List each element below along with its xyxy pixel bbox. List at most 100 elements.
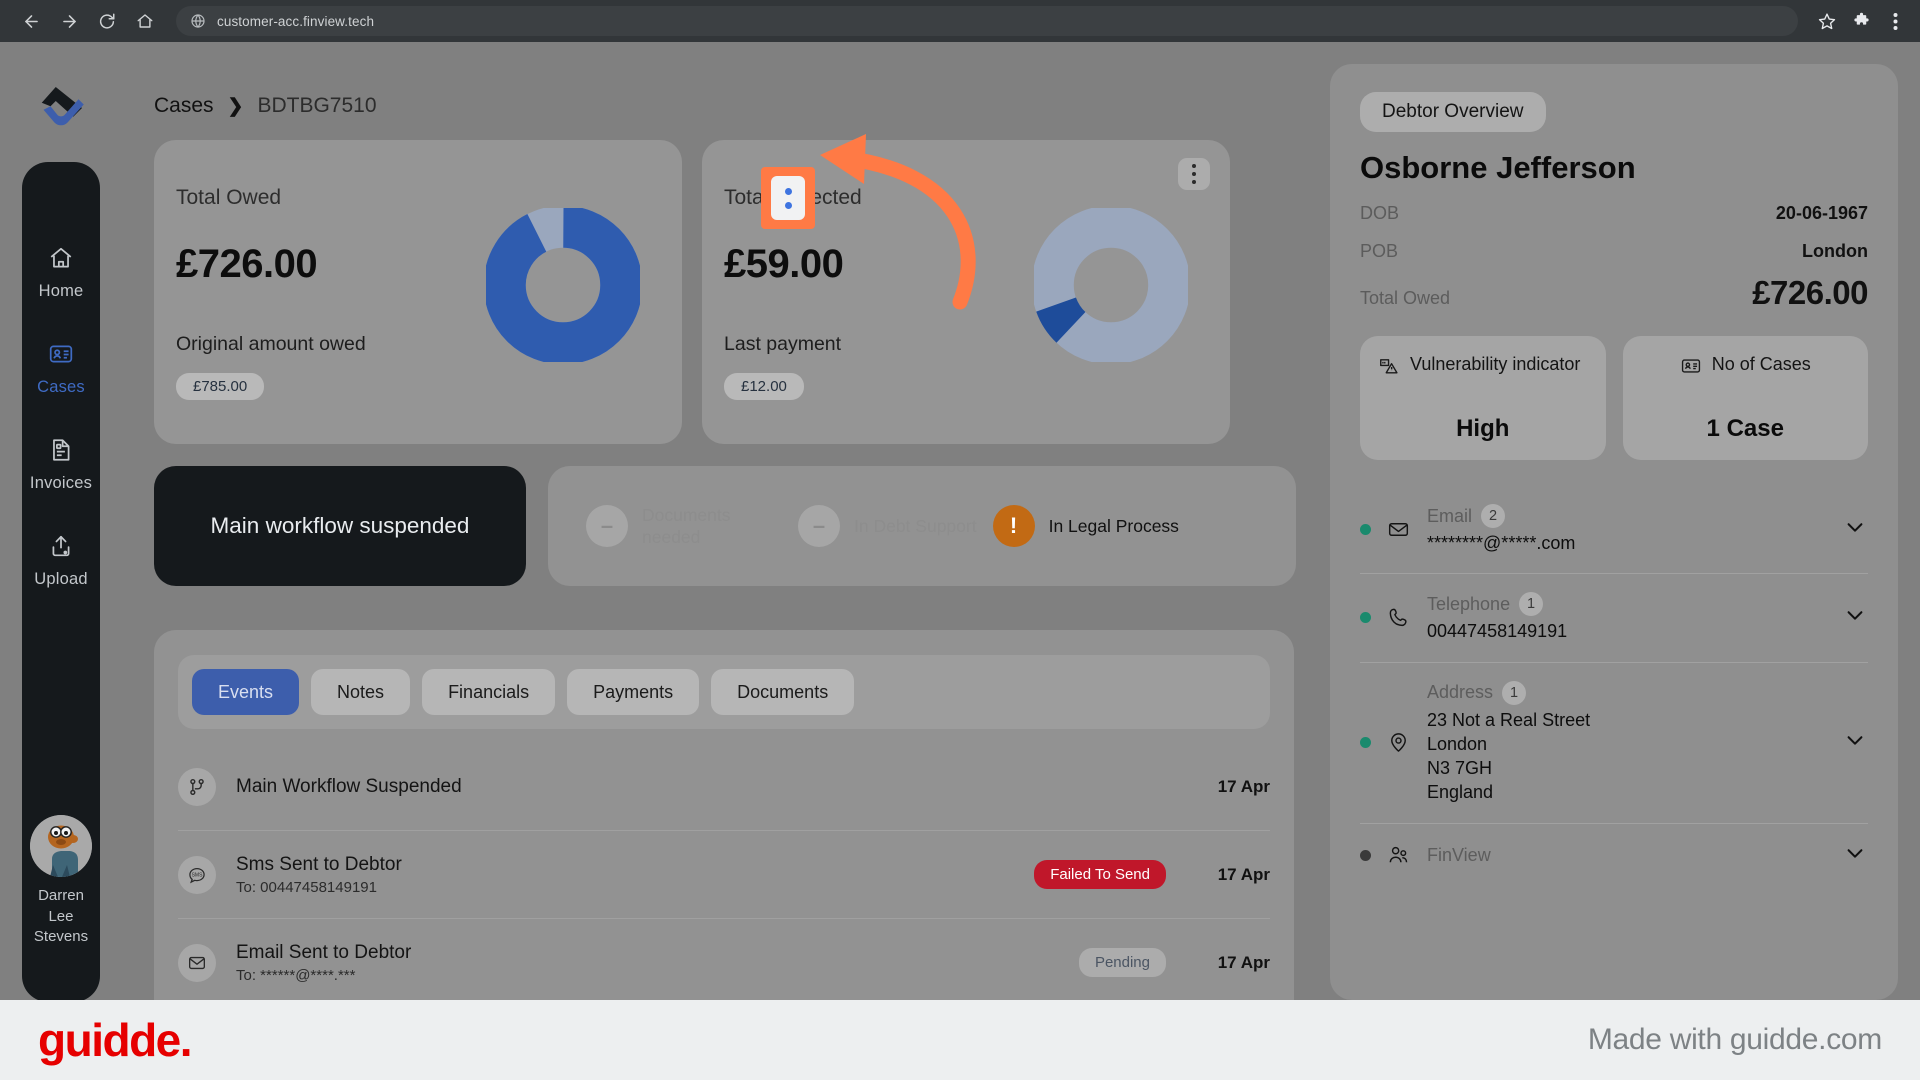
guidde-logo: guidde.	[38, 1014, 193, 1066]
browser-toolbar: customer-acc.finview.tech	[0, 0, 1920, 42]
event-title: Main Workflow Suspended	[236, 775, 462, 797]
field-label: POB	[1360, 241, 1399, 261]
event-date: 17 Apr	[1217, 776, 1270, 796]
breadcrumb-root[interactable]: Cases	[154, 94, 214, 118]
contact-label: Email	[1427, 505, 1473, 526]
chevron-down-icon[interactable]	[1844, 604, 1868, 631]
total-owed-donut-chart	[486, 208, 640, 362]
home-button[interactable]	[128, 4, 162, 38]
finview-logo	[33, 80, 89, 136]
back-arrow-icon	[24, 14, 38, 28]
events-panel: Events Notes Financials Payments Documen…	[154, 630, 1294, 1000]
contact-row-address[interactable]: Address 1 23 Not a Real Street London N3…	[1360, 663, 1868, 824]
card-chip: £785.00	[176, 373, 265, 400]
contact-label: FinView	[1427, 844, 1491, 865]
avatar	[30, 814, 92, 877]
card-chip: £12.00	[724, 373, 804, 400]
main-workflow-suspended-banner: Main workflow suspended	[154, 466, 526, 586]
sidebar-item-label: Cases	[37, 377, 85, 396]
workflow-suspended-label: Main workflow suspended	[210, 513, 470, 538]
sidebar-item-home[interactable]: Home	[22, 224, 100, 320]
chevron-down-icon[interactable]	[1844, 516, 1868, 543]
status-dot	[1360, 612, 1371, 624]
contact-row-email[interactable]: Email 2 ********@*****.com	[1360, 486, 1868, 575]
chevron-down-icon[interactable]	[1844, 729, 1868, 756]
debtor-overview-chip: Debtor Overview	[1360, 92, 1546, 132]
kebab-menu-icon[interactable]	[1884, 10, 1906, 32]
app-canvas: Home Cases Invoices Upload Darren Lee St…	[0, 42, 1920, 1000]
total-owed-kebab-button[interactable]	[761, 167, 815, 229]
table-row[interactable]: SMS Sms Sent to Debtor To: 0044745814919…	[178, 831, 1270, 919]
card-sub-label: Original amount owed	[176, 333, 366, 355]
table-row[interactable]: Email Sent to Debtor To: ******@****.***…	[178, 919, 1270, 1000]
back-button[interactable]	[14, 4, 48, 38]
contact-row-finview[interactable]: FinView	[1360, 824, 1868, 887]
tab-payments[interactable]: Payments	[567, 669, 700, 715]
sidebar-item-label: Home	[38, 281, 84, 300]
contact-row-telephone[interactable]: Telephone 1 00447458149191	[1360, 574, 1868, 663]
phone-icon	[1387, 606, 1411, 629]
total-owed-card: Total Owed £726.00 Original amount owed …	[154, 140, 682, 444]
dash-icon: –	[586, 505, 628, 547]
sidebar: Home Cases Invoices Upload Darren Lee St…	[22, 162, 100, 1000]
chevron-down-icon[interactable]	[1844, 842, 1868, 869]
tab-events[interactable]: Events	[192, 669, 300, 715]
mini-card-value: High	[1456, 415, 1510, 442]
status-badge: Pending	[1078, 948, 1166, 977]
sidebar-user-name: Darren Lee Stevens	[33, 886, 89, 946]
breadcrumb: Cases ❯ BDTBG7510	[154, 94, 377, 118]
puzzle-icon[interactable]	[1850, 10, 1872, 32]
sms-icon: SMS	[178, 855, 216, 894]
event-subtitle: To: 00447458149191	[236, 878, 377, 896]
globe-icon	[190, 13, 206, 29]
table-row[interactable]: Main Workflow Suspended 17 Apr	[178, 743, 1270, 831]
workflow-row: Main workflow suspended – Documents need…	[154, 466, 1296, 586]
workflow-step-documents-needed[interactable]: – Documents needed	[586, 504, 782, 549]
event-title: Email Sent to Debtor	[236, 941, 412, 963]
contact-value: 23 Not a Real Street London N3 7GH Engla…	[1427, 709, 1591, 803]
workflow-step-in-debt-support[interactable]: – In Debt Support	[798, 505, 977, 547]
events-list: Main Workflow Suspended 17 Apr SMS Sms S…	[154, 743, 1294, 1000]
debtor-field-dob: DOB 20-06-1967	[1360, 203, 1868, 224]
people-icon	[1387, 844, 1411, 867]
home-icon	[137, 14, 153, 28]
no-of-cases-card: No of Cases 1 Case	[1622, 336, 1868, 460]
forward-button[interactable]	[52, 4, 86, 38]
sidebar-item-invoices[interactable]: Invoices	[22, 416, 100, 512]
warning-icon: !	[992, 505, 1035, 547]
dash-icon: –	[798, 505, 840, 547]
debtor-field-pob: POB London	[1360, 241, 1868, 262]
field-label: Total Owed	[1360, 288, 1451, 308]
field-value: London	[1802, 241, 1868, 261]
workflow-step-in-legal-process[interactable]: ! In Legal Process	[992, 505, 1179, 547]
id-card-icon	[1680, 355, 1702, 382]
tab-financials[interactable]: Financials	[422, 669, 556, 715]
tab-documents[interactable]: Documents	[711, 669, 855, 715]
address-bar[interactable]: customer-acc.finview.tech	[176, 6, 1798, 36]
star-icon[interactable]	[1816, 10, 1838, 32]
debtor-mini-cards: Vulnerability indicator High No of Cases…	[1360, 336, 1868, 460]
sidebar-user[interactable]: Darren Lee Stevens	[22, 814, 100, 948]
debtor-contacts: Email 2 ********@*****.com Telephone 1 0…	[1360, 486, 1868, 887]
vulnerability-indicator-card: Vulnerability indicator High	[1360, 336, 1606, 460]
status-dot	[1360, 849, 1371, 861]
sidebar-item-label: Upload	[34, 569, 88, 588]
contact-count-badge: 1	[1519, 592, 1544, 617]
sidebar-item-upload[interactable]: Upload	[22, 512, 100, 608]
guidde-footer: guidde. Made with guidde.com	[0, 1000, 1920, 1080]
field-value: 20-06-1967	[1775, 203, 1868, 223]
invoice-document-icon	[48, 436, 74, 464]
sidebar-item-cases[interactable]: Cases	[22, 320, 100, 416]
contact-label: Address	[1427, 682, 1494, 703]
guidde-made-with: Made with guidde.com	[1587, 1023, 1882, 1056]
mini-card-label: No of Cases	[1711, 354, 1811, 374]
total-collected-kebab-button[interactable]	[1178, 158, 1210, 190]
workflow-step-label: Documents needed	[642, 504, 731, 547]
field-label: DOB	[1360, 203, 1400, 223]
svg-text:SMS: SMS	[192, 872, 204, 878]
tab-notes[interactable]: Notes	[311, 669, 411, 715]
event-title: Sms Sent to Debtor	[236, 853, 402, 875]
reload-button[interactable]	[90, 4, 124, 38]
debtor-field-total-owed: Total Owed £726.00	[1360, 274, 1868, 312]
contact-value: 00447458149191	[1427, 621, 1568, 642]
